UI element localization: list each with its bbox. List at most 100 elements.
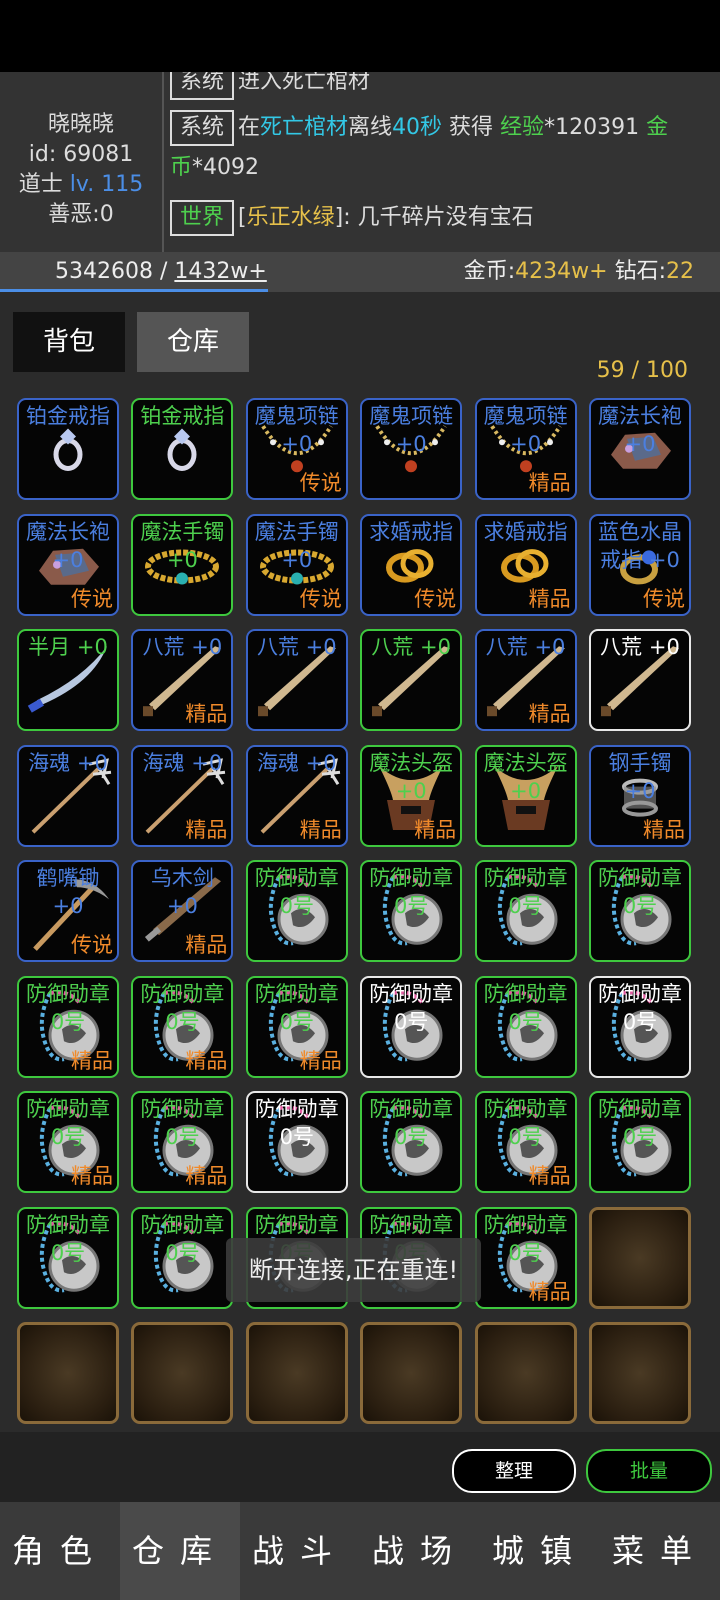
item-name: 八荒 +0 [485,635,566,659]
item-enhance-level: 0号 [622,894,658,918]
inventory-item[interactable]: 鹤嘴锄 +0 传说 [17,860,119,962]
item-enhance-level: +0 [624,432,656,456]
inventory-item[interactable]: 防御勋章 0号 [474,975,577,1078]
item-enhance-level: 0号 [508,894,543,918]
item-enhance-level: 0号 [165,1240,200,1265]
item-enhance-level: 0号 [165,1125,200,1149]
item-enhance-level: +0 [52,547,84,572]
empty-slot[interactable] [589,1322,691,1424]
nav-menu[interactable]: 菜单 [600,1502,720,1600]
inventory-item[interactable]: 防御勋章 0号 [131,1206,234,1309]
chat-line: 币*4092 [170,155,260,180]
inventory-item[interactable]: 海魂 +0 [17,744,119,847]
item-name: 鹤嘴锄 [36,866,100,890]
item-enhance-level: 0号 [508,1240,543,1265]
item-name: 防御勋章 [598,1097,682,1121]
inventory-item[interactable]: 防御勋章 0号 [589,975,691,1078]
item-name: 铂金戒指 [26,404,110,428]
item-name: 求婚戒指 [369,519,454,544]
item-name: 防御勋章 [483,1097,568,1121]
inventory-item[interactable]: 魔法手镯 +0 传说 [245,513,348,616]
empty-slot[interactable] [474,1322,577,1424]
item-grade: 精品 [185,817,228,842]
inventory-item[interactable]: 魔法头盔 +0 精品 [360,744,463,847]
item-enhance-level: +0 [281,432,313,456]
inventory-item[interactable]: 防御勋章 0号 [589,1091,691,1193]
toast-message: 断开连接,正在重连! [226,1238,481,1302]
batch-button[interactable]: 批量 [586,1449,712,1493]
empty-slot[interactable] [131,1322,234,1424]
inventory-item[interactable]: 防御勋章 0号 [360,860,463,962]
inventory-item[interactable]: 钢手镯 +0 精品 [589,744,691,847]
item-name: 八荒 +0 [142,635,223,659]
inventory-item[interactable]: 海魂 +0 精品 [131,744,234,847]
nav-battle[interactable]: 战斗 [240,1502,360,1600]
inventory-item[interactable]: 八荒 +0 精品 [474,629,577,731]
inventory-item[interactable]: 魔法头盔 +0 [474,744,577,847]
item-grade: 精品 [185,702,228,726]
divider [162,72,164,252]
inventory-item[interactable]: 防御勋章 0号 [474,860,577,962]
inventory-item[interactable]: 海魂 +0 精品 [245,744,348,847]
inventory-item[interactable]: 防御勋章 0号 [360,975,463,1078]
inventory-item[interactable]: 八荒 +0 精品 [131,629,234,731]
inventory-item[interactable]: 魔鬼项链 +0 传说 [245,398,348,500]
chat-tag-world: 世界 [170,200,235,236]
item-name: 防御勋章 [483,866,568,890]
nav-warehouse[interactable]: 仓库 [120,1502,240,1600]
item-enhance-level: 0号 [50,1125,86,1149]
item-name: 防御勋章 [254,866,339,890]
inventory-item[interactable]: 魔鬼项链 +0 [360,398,463,500]
nav-battlefield[interactable]: 战场 [360,1502,480,1600]
item-name: 防御勋章 [254,981,339,1006]
inventory-item[interactable]: 铂金戒指 [131,398,234,500]
tab-warehouse[interactable]: 仓库 [137,312,249,372]
inventory-item[interactable]: 铂金戒指 [17,398,119,500]
sort-button[interactable]: 整理 [452,1449,576,1493]
inventory-item[interactable]: 防御勋章 0号 [589,860,691,962]
inventory-item[interactable]: 防御勋章 0号 精品 [17,975,119,1078]
inventory-item[interactable]: 八荒 +0 [589,629,691,731]
inventory-item[interactable]: 魔法手镯 +0 [131,513,234,616]
inventory-item[interactable]: 防御勋章 0号 精品 [245,975,348,1078]
tab-bag[interactable]: 背包 [13,312,125,372]
inventory-item[interactable]: 魔法长袍 +0 [589,398,691,500]
inventory-item[interactable]: 防御勋章 0号 精品 [131,1091,234,1193]
inventory-item[interactable]: 八荒 +0 [360,629,463,731]
item-name: 防御勋章 [369,1097,454,1121]
item-enhance-level: +0 [52,894,84,918]
inventory-item[interactable]: 半月 +0 [17,629,119,731]
inventory-item[interactable]: 防御勋章 0号 [245,1091,348,1193]
inventory-item[interactable]: 防御勋章 0号 [360,1091,463,1193]
inventory-item[interactable]: 防御勋章 0号 精品 [131,975,234,1078]
inventory-item[interactable]: 防御勋章 0号 精品 [474,1091,577,1193]
empty-slot[interactable] [360,1322,463,1424]
stats-bar: 5342608 / 1432w+ 金币:4234w+ 钻石:22 [0,252,720,292]
item-name: 魔法头盔 [483,750,568,775]
chat-log[interactable]: 系统 进入死亡棺材 系统 在死亡棺材离线40秒 获得 经验*120391 金 币*4… [170,72,715,252]
inventory-item[interactable]: 求婚戒指 传说 [360,513,463,616]
inventory-item[interactable]: 魔鬼项链 +0 精品 [474,398,577,500]
inventory-item[interactable]: 防御勋章 0号 [17,1206,119,1309]
inventory-item[interactable]: 求婚戒指 精品 [474,513,577,616]
item-name: 防御勋章 [369,866,454,890]
empty-slot[interactable] [589,1206,691,1309]
empty-slot[interactable] [245,1322,348,1424]
inventory-item[interactable]: 防御勋章 0号 精品 [17,1091,119,1193]
inventory-item[interactable]: 蓝色水晶戒指 +0 传说 [589,513,691,616]
empty-slot[interactable] [17,1322,119,1424]
item-grade: 精品 [528,1164,571,1188]
nav-town[interactable]: 城镇 [480,1502,600,1600]
chat-line: 系统 在死亡棺材离线40秒 获得 经验*120391 金 [170,110,700,146]
inventory-item[interactable]: 乌木剑 +0 精品 [131,860,234,962]
inventory-item[interactable]: 魔法长袍 +0 传说 [17,513,119,616]
inventory-item[interactable]: 防御勋章 0号 精品 [474,1206,577,1309]
inventory-item[interactable]: 防御勋章 0号 [245,860,348,962]
item-name: 魔法手镯 [140,519,225,544]
inventory-item[interactable]: 八荒 +0 [245,629,348,731]
item-grade: 传说 [643,586,685,611]
status-bar-area [0,0,720,72]
item-name: 魔鬼项链 [483,404,568,428]
nav-character[interactable]: 角色 [0,1502,120,1600]
item-grade: 精品 [71,1164,113,1188]
